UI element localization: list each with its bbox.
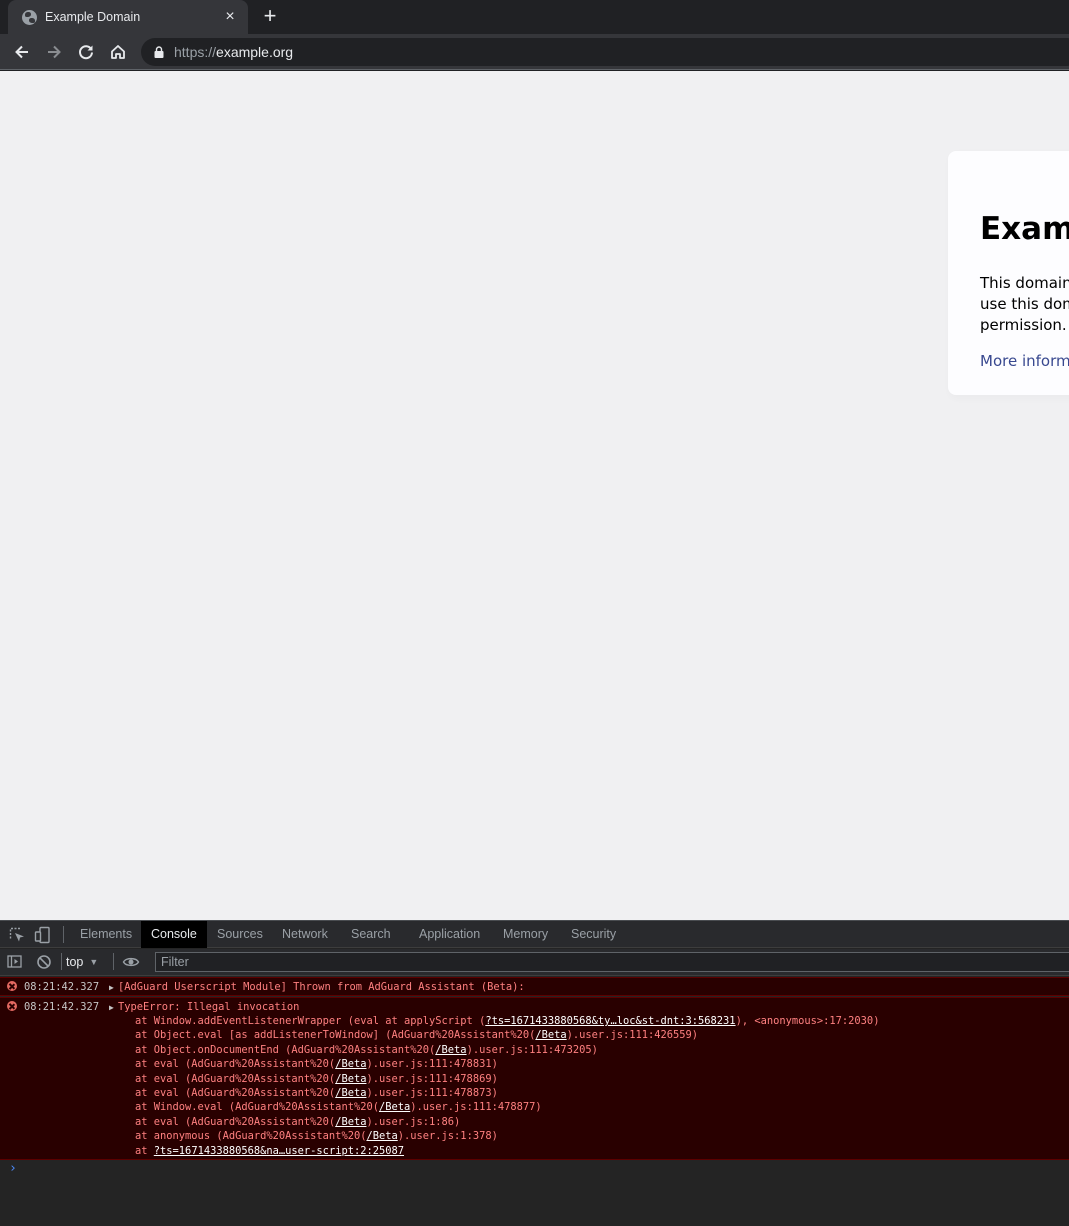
reload-button[interactable] bbox=[74, 40, 98, 64]
stack-frame-text: at Object.eval [as addListenerToWindow] … bbox=[135, 1029, 536, 1042]
toolbar-separator bbox=[63, 926, 64, 943]
stack-frame-text: ).user.js:111:478873) bbox=[366, 1087, 498, 1099]
tab-security[interactable]: Security bbox=[561, 921, 626, 948]
context-selector[interactable]: top ▼ bbox=[66, 953, 98, 971]
source-link[interactable]: /Beta bbox=[366, 1130, 397, 1142]
source-link[interactable]: /Beta bbox=[335, 1073, 366, 1085]
source-link[interactable]: /Beta bbox=[535, 1029, 566, 1041]
stack-frame-text: at eval (AdGuard%20Assistant%20( bbox=[135, 1115, 336, 1128]
clear-console-icon[interactable] bbox=[35, 953, 53, 971]
tab-strip: Example Domain × + bbox=[0, 0, 1069, 34]
page-viewport: Example Domain This domain is for use in… bbox=[0, 71, 1069, 920]
lock-icon[interactable] bbox=[154, 46, 164, 58]
console-output: 08:21:42.327 ▶ [AdGuard Userscript Modul… bbox=[0, 977, 1069, 1226]
stack-frame-text: ), <anonymous>:17:2030) bbox=[735, 1015, 880, 1027]
stack-frame-text: at Window.eval (AdGuard%20Assistant%20( bbox=[135, 1101, 379, 1114]
tab-sources[interactable]: Sources bbox=[207, 921, 273, 948]
browser-tab[interactable]: Example Domain × bbox=[8, 0, 248, 34]
toolbar-separator bbox=[61, 953, 62, 970]
stack-frame-text: ).user.js:1:86) bbox=[366, 1115, 461, 1128]
content-card: Example Domain This domain is for use in… bbox=[948, 151, 1069, 395]
more-information-link[interactable]: More information... bbox=[980, 352, 1069, 370]
message-timestamp: 08:21:42.327 bbox=[24, 981, 100, 993]
toolbar-separator bbox=[113, 953, 114, 970]
console-toolbar: top ▼ bbox=[0, 949, 1069, 976]
stack-frame-text: ).user.js:1:378) bbox=[397, 1130, 498, 1143]
close-tab-icon[interactable]: × bbox=[222, 8, 238, 26]
tab-console[interactable]: Console bbox=[141, 921, 207, 948]
source-link[interactable]: /Beta bbox=[435, 1044, 466, 1056]
tab-network[interactable]: Network bbox=[272, 921, 338, 948]
stack-frame: at anonymous (AdGuard%20Assistant%20(/Be… bbox=[135, 1129, 498, 1143]
stack-frame: at eval (AdGuard%20Assistant%20(/Beta).u… bbox=[135, 1086, 498, 1100]
show-sidebar-icon[interactable] bbox=[6, 953, 24, 971]
home-button[interactable] bbox=[106, 40, 130, 64]
home-icon bbox=[111, 45, 125, 59]
tab-title: Example Domain bbox=[45, 10, 141, 24]
stack-frame-text: at eval (AdGuard%20Assistant%20( bbox=[135, 1072, 336, 1085]
forward-button[interactable] bbox=[42, 40, 66, 64]
reload-icon bbox=[79, 45, 93, 60]
source-link[interactable]: /Beta bbox=[379, 1101, 410, 1113]
stack-frame: at Window.eval (AdGuard%20Assistant%20(/… bbox=[135, 1100, 542, 1114]
back-button[interactable] bbox=[10, 40, 34, 64]
stack-frame-text: at eval (AdGuard%20Assistant%20( bbox=[135, 1058, 336, 1071]
message-timestamp: 08:21:42.327 bbox=[24, 1001, 100, 1013]
stack-frame: at ?ts=1671433880568&na…user-script:2:25… bbox=[135, 1144, 404, 1158]
stack-frame: at Window.addEventListenerWrapper (eval … bbox=[135, 1014, 879, 1028]
arrow-left-icon bbox=[15, 45, 28, 59]
url-text: https://example.org bbox=[174, 44, 294, 60]
console-error-message: 08:21:42.327 ▶ TypeError: Illegal invoca… bbox=[0, 997, 1069, 1160]
inspect-element-icon[interactable] bbox=[8, 926, 26, 944]
devtools-tab-bar: Elements Console Sources Network Search … bbox=[0, 921, 1069, 948]
page-heading: Example Domain bbox=[980, 211, 1069, 247]
browser-toolbar: https://example.org bbox=[0, 34, 1069, 70]
message-text[interactable]: [AdGuard Userscript Module] Thrown from … bbox=[118, 980, 525, 994]
stack-frame: at Object.onDocumentEnd (AdGuard%20Assis… bbox=[135, 1043, 598, 1057]
stack-frame-text: at Window.addEventListenerWrapper (eval … bbox=[135, 1015, 486, 1027]
source-link[interactable]: /Beta bbox=[335, 1116, 366, 1128]
stack-frame: at Object.eval [as addListenerToWindow] … bbox=[135, 1028, 698, 1042]
device-toolbar-icon[interactable] bbox=[34, 926, 52, 944]
source-link[interactable]: ?ts=1671433880568&na…user-script:2:25087 bbox=[154, 1145, 404, 1157]
arrow-right-icon bbox=[48, 45, 61, 59]
console-prompt-icon[interactable]: › bbox=[9, 1162, 17, 1176]
stack-frame: at eval (AdGuard%20Assistant%20(/Beta).u… bbox=[135, 1115, 460, 1129]
stack-frame-text: ).user.js:111:478831) bbox=[366, 1058, 498, 1071]
eye-icon[interactable] bbox=[122, 953, 140, 971]
tab-memory[interactable]: Memory bbox=[493, 921, 558, 948]
error-icon bbox=[7, 1001, 17, 1011]
tab-search[interactable]: Search bbox=[341, 921, 401, 948]
source-link[interactable]: ?ts=1671433880568&ty…loc&st-dnt:3:568231 bbox=[485, 1015, 735, 1027]
stack-frame-text: ).user.js:111:473205) bbox=[466, 1043, 598, 1056]
console-error-message: 08:21:42.327 ▶ [AdGuard Userscript Modul… bbox=[0, 977, 1069, 996]
caret-down-icon: ▼ bbox=[89, 957, 99, 967]
globe-icon bbox=[22, 9, 37, 25]
stack-frame-text: ).user.js:111:478877) bbox=[410, 1101, 542, 1114]
new-tab-button[interactable]: + bbox=[258, 5, 282, 29]
filter-input[interactable] bbox=[155, 952, 1069, 972]
address-bar[interactable]: https://example.org bbox=[141, 38, 1069, 66]
stack-frame-text: at eval (AdGuard%20Assistant%20( bbox=[135, 1087, 336, 1099]
stack-frame-text: ).user.js:111:478869) bbox=[366, 1072, 498, 1085]
expand-triangle-icon[interactable]: ▶ bbox=[109, 1001, 114, 1015]
stack-frame-text: at Object.onDocumentEnd (AdGuard%20Assis… bbox=[135, 1043, 436, 1056]
expand-triangle-icon[interactable]: ▶ bbox=[109, 981, 114, 995]
source-link[interactable]: /Beta bbox=[335, 1058, 366, 1070]
stack-frame-text: ).user.js:111:426559) bbox=[566, 1029, 699, 1042]
page-paragraph: This domain is for use in illustrative e… bbox=[980, 274, 1069, 334]
tab-elements[interactable]: Elements bbox=[70, 921, 142, 948]
tab-application[interactable]: Application bbox=[409, 921, 490, 948]
stack-frame: at eval (AdGuard%20Assistant%20(/Beta).u… bbox=[135, 1057, 498, 1071]
devtools-panel: Elements Console Sources Network Search … bbox=[0, 920, 1069, 1226]
error-icon bbox=[7, 981, 17, 991]
message-text[interactable]: TypeError: Illegal invocation bbox=[118, 1000, 299, 1014]
stack-frame-text: at anonymous (AdGuard%20Assistant%20( bbox=[135, 1130, 367, 1143]
source-link[interactable]: /Beta bbox=[335, 1087, 366, 1099]
stack-frame-text: at bbox=[135, 1144, 154, 1157]
stack-frame: at eval (AdGuard%20Assistant%20(/Beta).u… bbox=[135, 1072, 498, 1086]
